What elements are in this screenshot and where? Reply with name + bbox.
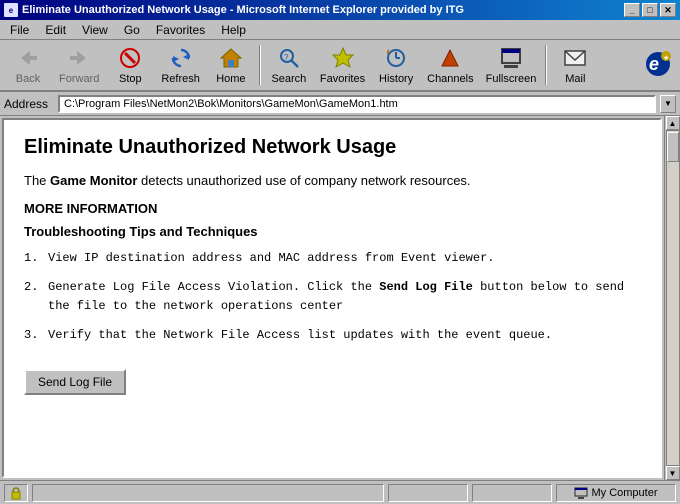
vertical-scrollbar[interactable]: ▲ ▼	[664, 116, 680, 480]
bold-game-monitor: Game Monitor	[50, 173, 137, 188]
mail-button[interactable]: Mail	[551, 42, 599, 88]
item-2-num: 2.	[24, 278, 48, 316]
forward-label: Forward	[59, 73, 99, 85]
back-button[interactable]: Back	[4, 42, 52, 88]
favorites-button[interactable]: Favorites	[315, 42, 370, 88]
toolbar-separator-1	[259, 45, 261, 85]
home-button[interactable]: Home	[207, 42, 255, 88]
search-label: Search	[271, 73, 306, 85]
item-1-num: 1.	[24, 249, 48, 268]
minimize-button[interactable]: _	[624, 3, 640, 17]
refresh-label: Refresh	[161, 73, 200, 85]
refresh-icon	[167, 45, 195, 71]
menu-file[interactable]: File	[4, 22, 35, 38]
content-area: Eliminate Unauthorized Network Usage The…	[2, 118, 662, 478]
channels-button[interactable]: Channels	[422, 42, 478, 88]
status-empty-1	[388, 484, 468, 502]
menu-favorites[interactable]: Favorites	[150, 22, 211, 38]
list-item-3: 3. Verify that the Network File Access l…	[24, 326, 640, 345]
address-label: Address	[4, 97, 54, 111]
menu-edit[interactable]: Edit	[39, 22, 72, 38]
home-icon	[217, 45, 245, 71]
svg-text:?: ?	[284, 53, 289, 62]
item-2-bold: Send Log File	[379, 280, 473, 294]
favorites-icon	[329, 45, 357, 71]
back-label: Back	[16, 73, 40, 85]
computer-icon	[574, 486, 588, 500]
list-item-2: 2. Generate Log File Access Violation. C…	[24, 278, 640, 316]
stop-label: Stop	[119, 73, 142, 85]
address-bar: Address ▼	[0, 92, 680, 116]
maximize-button[interactable]: □	[642, 3, 658, 17]
close-button[interactable]: ✕	[660, 3, 676, 17]
svg-text:e: e	[649, 54, 659, 74]
address-input[interactable]	[58, 95, 656, 113]
home-label: Home	[216, 73, 245, 85]
toolbar-separator-2	[545, 45, 547, 85]
scroll-thumb[interactable]	[667, 132, 679, 162]
ie-logo-area: e ★	[644, 50, 672, 81]
stop-button[interactable]: Stop	[106, 42, 154, 88]
svg-text:★: ★	[663, 54, 669, 62]
item-3-text: Verify that the Network File Access list…	[48, 326, 640, 345]
search-button[interactable]: ? Search	[265, 42, 313, 88]
mail-icon	[561, 45, 589, 71]
history-button[interactable]: History	[372, 42, 420, 88]
toolbar: Back Forward Stop	[0, 40, 680, 92]
status-bar: My Computer	[0, 480, 680, 504]
section-header: MORE INFORMATION	[24, 201, 640, 216]
scroll-up-button[interactable]: ▲	[666, 116, 680, 130]
item-3-num: 3.	[24, 326, 48, 345]
status-security-icon	[4, 484, 28, 502]
intro-text: The Game Monitor detects unauthorized us…	[24, 171, 640, 191]
address-dropdown[interactable]: ▼	[660, 95, 676, 113]
channels-label: Channels	[427, 73, 473, 85]
item-2-text: Generate Log File Access Violation. Clic…	[48, 278, 640, 316]
item-2-text-before: Generate Log File Access Violation. Clic…	[48, 280, 379, 294]
scroll-down-button[interactable]: ▼	[666, 466, 680, 480]
stop-icon	[116, 45, 144, 71]
content-wrapper: Eliminate Unauthorized Network Usage The…	[0, 116, 680, 480]
send-log-file-button[interactable]: Send Log File	[24, 369, 126, 395]
refresh-button[interactable]: Refresh	[156, 42, 205, 88]
fullscreen-label: Fullscreen	[486, 73, 537, 85]
zone-label: My Computer	[591, 487, 657, 499]
fullscreen-button[interactable]: Fullscreen	[481, 42, 542, 88]
mail-label: Mail	[565, 73, 585, 85]
ie-logo-icon: e ★	[644, 50, 672, 78]
status-zone: My Computer	[556, 484, 676, 502]
search-icon: ?	[275, 45, 303, 71]
list-item-1: 1. View IP destination address and MAC a…	[24, 249, 640, 268]
item-1-text: View IP destination address and MAC addr…	[48, 249, 640, 268]
menu-view[interactable]: View	[76, 22, 114, 38]
menu-go[interactable]: Go	[118, 22, 146, 38]
window-title: Eliminate Unauthorized Network Usage - M…	[22, 4, 464, 16]
window-controls: _ □ ✕	[624, 3, 676, 17]
forward-button[interactable]: Forward	[54, 42, 104, 88]
ie-icon: e	[4, 3, 18, 17]
status-empty-2	[472, 484, 552, 502]
menu-bar: File Edit View Go Favorites Help	[0, 20, 680, 40]
status-main	[32, 484, 384, 502]
page-title: Eliminate Unauthorized Network Usage	[24, 136, 640, 159]
history-icon	[382, 45, 410, 71]
history-label: History	[379, 73, 413, 85]
forward-icon	[65, 45, 93, 71]
title-bar-left: e Eliminate Unauthorized Network Usage -…	[4, 3, 464, 17]
scroll-track[interactable]	[666, 130, 680, 466]
subsection-header: Troubleshooting Tips and Techniques	[24, 224, 640, 239]
fullscreen-icon	[497, 45, 525, 71]
back-icon	[14, 45, 42, 71]
channels-icon	[436, 45, 464, 71]
title-bar: e Eliminate Unauthorized Network Usage -…	[0, 0, 680, 20]
lock-icon	[9, 486, 23, 500]
favorites-label: Favorites	[320, 73, 365, 85]
menu-help[interactable]: Help	[215, 22, 252, 38]
